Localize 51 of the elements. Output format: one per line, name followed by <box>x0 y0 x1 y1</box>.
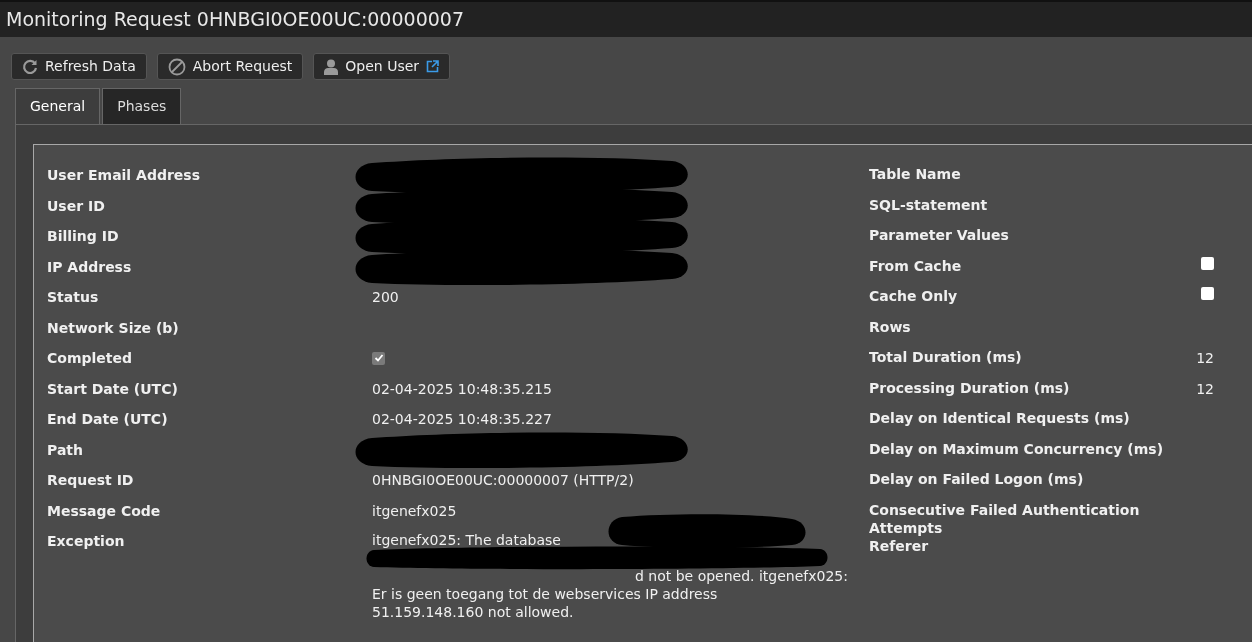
field-label: Billing ID <box>47 227 120 246</box>
field-value: itgenefx025 <box>372 502 457 519</box>
field-label: Referer <box>869 536 930 556</box>
exception-text: Er is geen toegang tot de webservices IP address <box>372 585 718 603</box>
field-label: Network Size (b) <box>47 318 180 338</box>
field-label: Cache Only <box>869 287 959 306</box>
toolbar-button[interactable]: Open User <box>313 53 451 80</box>
field-label: IP Address <box>47 257 133 277</box>
field-value: 12 <box>1196 349 1214 368</box>
field-label: User Email Address <box>47 166 201 185</box>
field-label: Parameter Values <box>869 226 1010 245</box>
prohibited-icon <box>167 57 186 76</box>
checkbox[interactable] <box>372 351 385 365</box>
check-icon <box>373 353 384 363</box>
field-label: Message Code <box>47 501 162 521</box>
field-value: 02-04-2025 10:48:35.227 <box>372 411 552 427</box>
field-label: Delay on Identical Requests (ms) <box>869 409 1131 428</box>
checkbox[interactable] <box>1201 287 1214 300</box>
field-label: End Date (UTC) <box>47 410 169 429</box>
field-label: Total Duration (ms) <box>869 348 1023 367</box>
field-label: Table Name <box>869 165 962 184</box>
field-label: User ID <box>47 196 106 216</box>
tab[interactable]: Phases <box>102 88 182 124</box>
user-icon <box>324 58 339 75</box>
exception-text: itgenefx025: The database <box>372 531 561 549</box>
external-link-icon <box>426 60 440 73</box>
field-label: Consecutive Failed Authentication Attempts <box>869 500 1141 537</box>
field-label: Request ID <box>47 471 135 490</box>
field-label: SQL-statement <box>869 195 989 215</box>
field-value: 02-04-2025 10:48:35.215 <box>372 380 552 397</box>
window-title: Monitoring Request 0HNBGI0OE00UC:00000007 <box>6 7 464 33</box>
field-label: Processing Duration (ms) <box>869 378 1071 398</box>
field-label: Start Date (UTC) <box>47 379 179 399</box>
field-label: Rows <box>869 317 912 337</box>
field-label: Status <box>47 288 100 307</box>
field-label: Path <box>47 440 84 460</box>
field-label: From Cache <box>869 256 963 276</box>
field-value: 200 <box>372 289 399 305</box>
toolbar-button[interactable]: Refresh Data <box>11 53 147 80</box>
refresh-icon <box>22 58 38 75</box>
field-value: 12 <box>1196 379 1214 399</box>
exception-text: 51.159.148.160 not allowed. <box>372 603 574 621</box>
field-value: 0HNBGI0OE00UC:00000007 (HTTP/2) <box>372 472 634 488</box>
field-label: Exception <box>47 532 126 551</box>
field-label: Delay on Failed Logon (ms) <box>869 470 1085 489</box>
tab[interactable]: General <box>15 88 101 124</box>
field-label: Completed <box>47 349 133 368</box>
exception-text: d not be opened. itgenefx025: <box>634 567 848 585</box>
checkbox[interactable] <box>1201 256 1214 270</box>
toolbar-button[interactable]: Abort Request <box>156 53 304 80</box>
field-label: Delay on Maximum Concurrency (ms) <box>869 439 1165 459</box>
